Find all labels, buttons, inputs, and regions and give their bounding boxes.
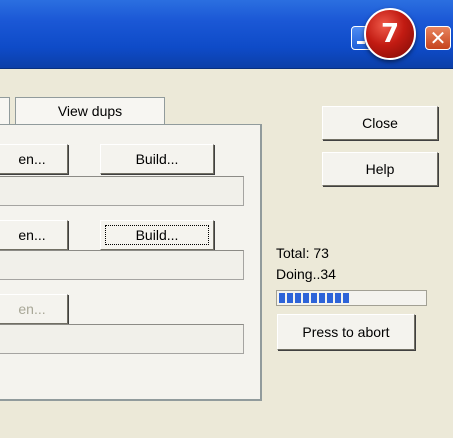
path-field-3[interactable] bbox=[0, 324, 244, 354]
path-field-1[interactable] bbox=[0, 176, 244, 206]
open-button-1[interactable]: en... bbox=[0, 144, 68, 174]
abort-button-label: Press to abort bbox=[302, 324, 390, 340]
close-window-button[interactable]: ✕ bbox=[425, 26, 451, 50]
help-button[interactable]: Help bbox=[322, 152, 438, 186]
help-button-label: Help bbox=[365, 161, 395, 177]
progress-block bbox=[295, 293, 301, 303]
tab-label: View dups bbox=[57, 103, 123, 119]
doing-count: Doing..34 bbox=[276, 266, 336, 282]
tab-previous[interactable] bbox=[0, 97, 10, 125]
open-button-label: en... bbox=[18, 301, 46, 317]
progress-block bbox=[311, 293, 317, 303]
progress-block bbox=[343, 293, 349, 303]
open-button-label: en... bbox=[18, 151, 46, 167]
open-button-label: en... bbox=[18, 227, 46, 243]
progress-block bbox=[279, 293, 285, 303]
abort-button[interactable]: Press to abort bbox=[277, 314, 415, 350]
progress-block bbox=[335, 293, 341, 303]
open-button-3: en... bbox=[0, 294, 68, 324]
path-field-2[interactable] bbox=[0, 250, 244, 280]
close-icon: ✕ bbox=[429, 26, 447, 50]
focus-rectangle bbox=[105, 225, 209, 245]
progress-bar bbox=[276, 290, 427, 306]
progress-block bbox=[327, 293, 333, 303]
progress-block bbox=[319, 293, 325, 303]
tab-view-dups[interactable]: View dups bbox=[15, 97, 165, 125]
total-count: Total: 73 bbox=[276, 245, 329, 261]
build-button-2[interactable]: Build... bbox=[100, 220, 214, 250]
close-button[interactable]: Close bbox=[322, 106, 438, 140]
step-number-badge: 7 bbox=[364, 8, 416, 60]
close-button-label: Close bbox=[362, 115, 398, 131]
progress-block bbox=[287, 293, 293, 303]
build-button-1[interactable]: Build... bbox=[100, 144, 214, 174]
progress-block bbox=[303, 293, 309, 303]
open-button-2[interactable]: en... bbox=[0, 220, 68, 250]
build-button-label: Build... bbox=[135, 151, 179, 167]
